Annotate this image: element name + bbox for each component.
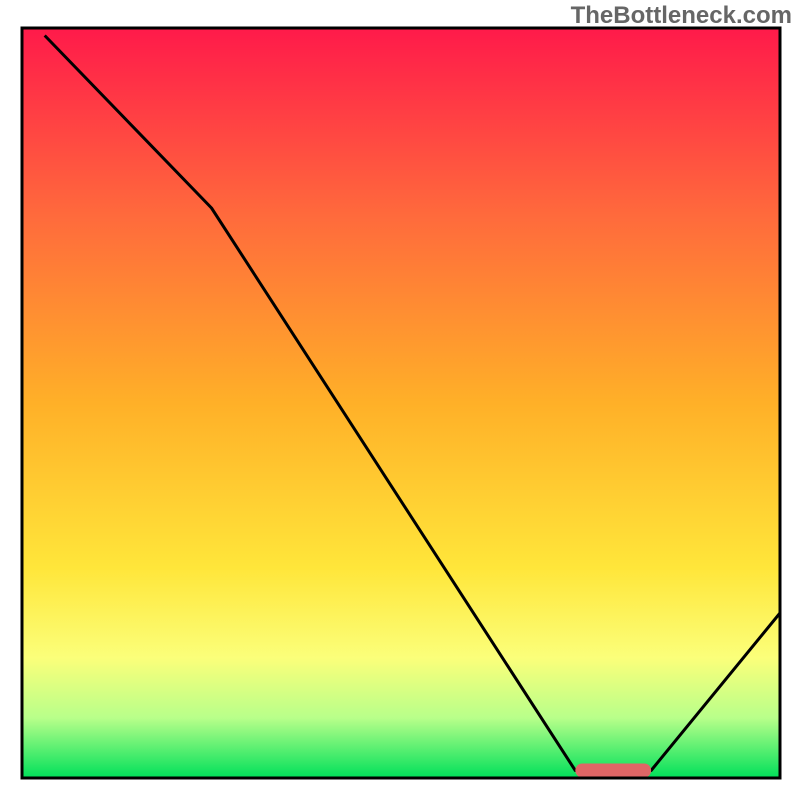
- chart-container: TheBottleneck.com: [0, 0, 800, 800]
- watermark-text: TheBottleneck.com: [571, 2, 792, 30]
- optimal-range-marker: [575, 764, 651, 778]
- plot-background: [22, 28, 780, 778]
- bottleneck-chart: [0, 0, 800, 800]
